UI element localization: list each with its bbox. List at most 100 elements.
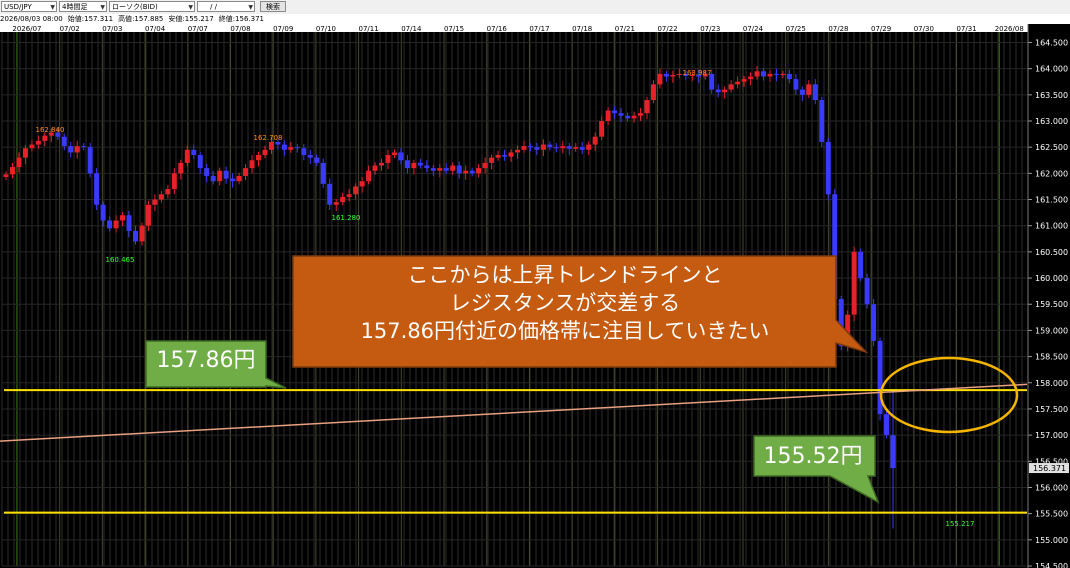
y-tick-label: 159.000: [1035, 326, 1068, 335]
candle-body: [773, 73, 779, 75]
y-tick-label: 159.500: [1035, 300, 1068, 309]
candle-body: [825, 141, 831, 195]
candle-body: [786, 73, 792, 80]
candle-body: [437, 168, 443, 171]
candle-body: [728, 84, 734, 90]
y-tick-label: 156.000: [1035, 483, 1068, 492]
date-input[interactable]: / / ▼: [197, 1, 255, 12]
close-label: 終値: [218, 15, 233, 23]
candle-body: [502, 155, 508, 157]
x-tick-label: 07/25: [786, 25, 806, 33]
y-tick-label: 158.500: [1035, 353, 1068, 362]
candle-body: [819, 100, 825, 142]
candle-body: [120, 215, 126, 221]
candle-body: [42, 135, 48, 141]
candle-body: [443, 168, 449, 171]
level-label-155: 155.52円: [764, 444, 863, 469]
y-tick-label: 155.000: [1035, 536, 1068, 545]
candlestick-chart[interactable]: 2026/07 07/02 07/03 07/04 07/07 07/08 07/09 07/…: [0, 24, 1070, 568]
y-tick-label: 161.000: [1035, 222, 1068, 231]
x-tick-label: 07/17: [529, 25, 549, 33]
x-tick-label: 2026/07: [12, 25, 41, 33]
x-tick-label: 07/15: [444, 25, 464, 33]
candle-body: [379, 162, 385, 166]
x-tick-label: 07/16: [487, 25, 508, 33]
candle-body: [404, 160, 410, 169]
candle-body: [210, 175, 216, 182]
x-tick-label: 07/24: [743, 25, 764, 33]
candle-body: [288, 147, 294, 150]
ohlc-datetime: 2026/08/03 08:00: [0, 15, 63, 23]
candle-body: [87, 147, 93, 174]
y-tick-label: 157.500: [1035, 405, 1068, 414]
candle-body: [346, 194, 352, 197]
candle-body: [799, 89, 805, 95]
timeframe-select[interactable]: 4時間足 ▼: [59, 1, 107, 12]
candle-body: [359, 181, 365, 187]
candle-body: [340, 196, 346, 203]
candle-body: [94, 173, 100, 205]
candle-body: [152, 199, 158, 205]
candle-body: [158, 194, 164, 200]
chart-style-select[interactable]: ローソク(BID) ▼: [109, 1, 195, 12]
date-input-value: / /: [210, 3, 217, 11]
search-button[interactable]: 検索: [260, 1, 286, 12]
candle-body: [573, 147, 579, 149]
y-tick-label: 157.000: [1035, 431, 1068, 440]
candle-body: [333, 202, 339, 205]
candle-body: [3, 174, 9, 178]
price-annotation: 162.840: [36, 126, 65, 134]
candle-body: [735, 81, 741, 85]
level-label-157: 157.86円: [157, 348, 256, 373]
candle-body: [650, 84, 656, 101]
candle-body: [178, 162, 184, 174]
candle-body: [631, 115, 637, 119]
candle-body: [366, 170, 372, 182]
candle-body: [637, 113, 643, 116]
candle-body: [320, 162, 326, 184]
x-tick-label: 07/11: [359, 25, 379, 33]
candle-body: [521, 146, 527, 150]
candle-body: [540, 144, 546, 150]
candle-body: [22, 148, 28, 158]
y-tick-label: 154.500: [1035, 562, 1068, 568]
price-annotation: 162.708: [254, 134, 283, 142]
chart-style-value: ローソク(BID): [112, 3, 158, 11]
candle-body: [780, 73, 786, 75]
candle-body: [469, 170, 475, 174]
candle-body: [385, 155, 391, 163]
candle-body: [281, 144, 287, 150]
y-tick-label: 162.500: [1035, 143, 1068, 152]
x-tick-label: 07/31: [956, 25, 976, 33]
candle-body: [107, 220, 113, 229]
candle-body: [165, 189, 171, 195]
candle-body: [625, 115, 631, 119]
candle-body: [482, 162, 488, 169]
candle-body: [430, 168, 436, 171]
candle-body: [884, 414, 890, 436]
y-tick-label: 155.500: [1035, 510, 1068, 519]
candle-body: [314, 157, 320, 163]
candle-body: [851, 251, 857, 315]
low-value: 155.217: [184, 15, 214, 23]
symbol-select[interactable]: USD/JPY ▼: [1, 1, 57, 12]
candle-body: [398, 152, 404, 161]
price-annotation: 161.280: [332, 214, 361, 222]
close-value: 156.371: [235, 15, 264, 23]
candle-body: [68, 146, 74, 153]
candle-body: [761, 71, 767, 77]
candle-body: [489, 157, 495, 163]
x-tick-label: 07/29: [871, 25, 891, 33]
candle-body: [307, 155, 313, 158]
candle-body: [812, 84, 818, 101]
x-tick-label: 07/28: [828, 25, 848, 33]
x-tick-label: 07/14: [401, 25, 422, 33]
x-axis: 2026/07 07/02 07/03 07/04 07/07 07/08 07/09 07/…: [0, 24, 1070, 33]
candle-body: [514, 149, 520, 153]
candle-body: [566, 146, 572, 149]
candle-body: [858, 251, 864, 279]
candle-body: [275, 141, 281, 145]
y-tick-label: 163.500: [1035, 91, 1068, 100]
candle-body: [230, 178, 236, 182]
candle-body: [139, 225, 145, 242]
